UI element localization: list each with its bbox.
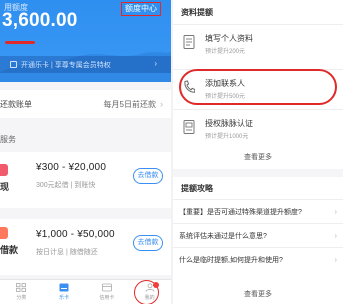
- loan-product-card[interactable]: 现 ¥300 - ¥20,000 300元起借 | 到账快 去借款: [0, 152, 171, 208]
- credit-limit-header: 用额度 3,600.00 额度中心 开通乐卡 | 享尊专属会员特权 ›: [0, 0, 171, 82]
- borrow-button[interactable]: 去借款: [133, 235, 163, 251]
- item-subtitle: 预计提升200元: [205, 49, 246, 55]
- bill-title: 还款账单: [0, 99, 32, 109]
- item-title: 填写个人资料: [205, 34, 253, 43]
- list-item-personal-info[interactable]: 填写个人资料 预计提升200元: [173, 24, 343, 60]
- bottom-tab-bar: 分类 乐卡 信用卡 我的: [0, 279, 171, 304]
- chevron-right-icon: ›: [154, 59, 157, 68]
- creditcard-icon: [101, 283, 112, 292]
- product-subtitle: 300元起借 | 到账快: [36, 182, 96, 189]
- faq-item[interactable]: 【重要】是否可通过特殊渠道提升额度? ›: [173, 199, 343, 223]
- notification-dot: [153, 282, 160, 288]
- chevron-right-icon: ›: [334, 231, 337, 240]
- tab-category[interactable]: 分类: [0, 280, 43, 304]
- vip-icon: [10, 61, 17, 68]
- list-item-maimai-auth[interactable]: 授权脉脉认证 预计提升1000元: [173, 109, 343, 145]
- limit-center-button[interactable]: 额度中心: [121, 2, 161, 16]
- chevron-right-icon: ›: [160, 99, 163, 109]
- document-icon: [183, 35, 195, 49]
- card-icon: [59, 283, 69, 292]
- services-label: 服务: [0, 135, 16, 144]
- product-range: ¥1,000 - ¥50,000: [36, 229, 115, 240]
- product-name: 借款: [0, 245, 19, 255]
- chevron-right-icon: ›: [334, 255, 337, 264]
- right-screen: 资料提额 填写个人资料 预计提升200元 添加联系人 预计提升500元 授权脉脉…: [173, 0, 343, 304]
- product-icon: [0, 164, 8, 176]
- borrow-button[interactable]: 去借款: [133, 168, 163, 184]
- see-more-link[interactable]: 查看更多: [173, 152, 343, 162]
- faq-item[interactable]: 什么是临时提额,如何提升和使用? ›: [173, 247, 343, 271]
- item-title: 授权脉脉认证: [205, 119, 253, 128]
- chevron-right-icon: ›: [334, 207, 337, 216]
- see-more-link[interactable]: 查看更多: [173, 289, 343, 299]
- badge-icon: [183, 120, 195, 134]
- loan-product-card[interactable]: 借款 ¥1,000 - ¥50,000 按日计息 | 随借随还 去借款: [0, 219, 171, 275]
- member-banner[interactable]: 开通乐卡 | 享尊专属会员特权 ›: [0, 56, 171, 73]
- product-range: ¥300 - ¥20,000: [36, 162, 107, 173]
- limit-amount: 3,600.00: [2, 10, 78, 31]
- left-screen: 用额度 3,600.00 额度中心 开通乐卡 | 享尊专属会员特权 › 还款账单…: [0, 0, 171, 304]
- repayment-bill-row[interactable]: 还款账单 每月5日前还款 ›: [0, 90, 171, 118]
- grid-icon: [16, 283, 27, 292]
- annotation-underline: [5, 41, 35, 44]
- annotation-circle: [179, 69, 337, 105]
- tab-leka[interactable]: 乐卡: [43, 280, 86, 304]
- member-banner-text: 开通乐卡 | 享尊专属会员特权: [21, 61, 111, 69]
- product-name: 现: [0, 182, 10, 192]
- tab-credit-card[interactable]: 信用卡: [86, 280, 129, 304]
- section-title: 资料提额: [173, 0, 343, 24]
- faq-list: 【重要】是否可通过特殊渠道提升额度? › 系统评估未通过是什么意思? › 什么是…: [173, 199, 343, 304]
- faq-item[interactable]: 系统评估未通过是什么意思? ›: [173, 223, 343, 247]
- product-subtitle: 按日计息 | 随借随还: [36, 249, 98, 256]
- section-title: 提额攻略: [173, 177, 343, 199]
- tab-profile[interactable]: 我的: [128, 280, 171, 304]
- product-icon: [0, 227, 8, 239]
- item-subtitle: 预计提升1000元: [205, 134, 249, 140]
- bill-due-text: 每月5日前还款: [103, 99, 156, 109]
